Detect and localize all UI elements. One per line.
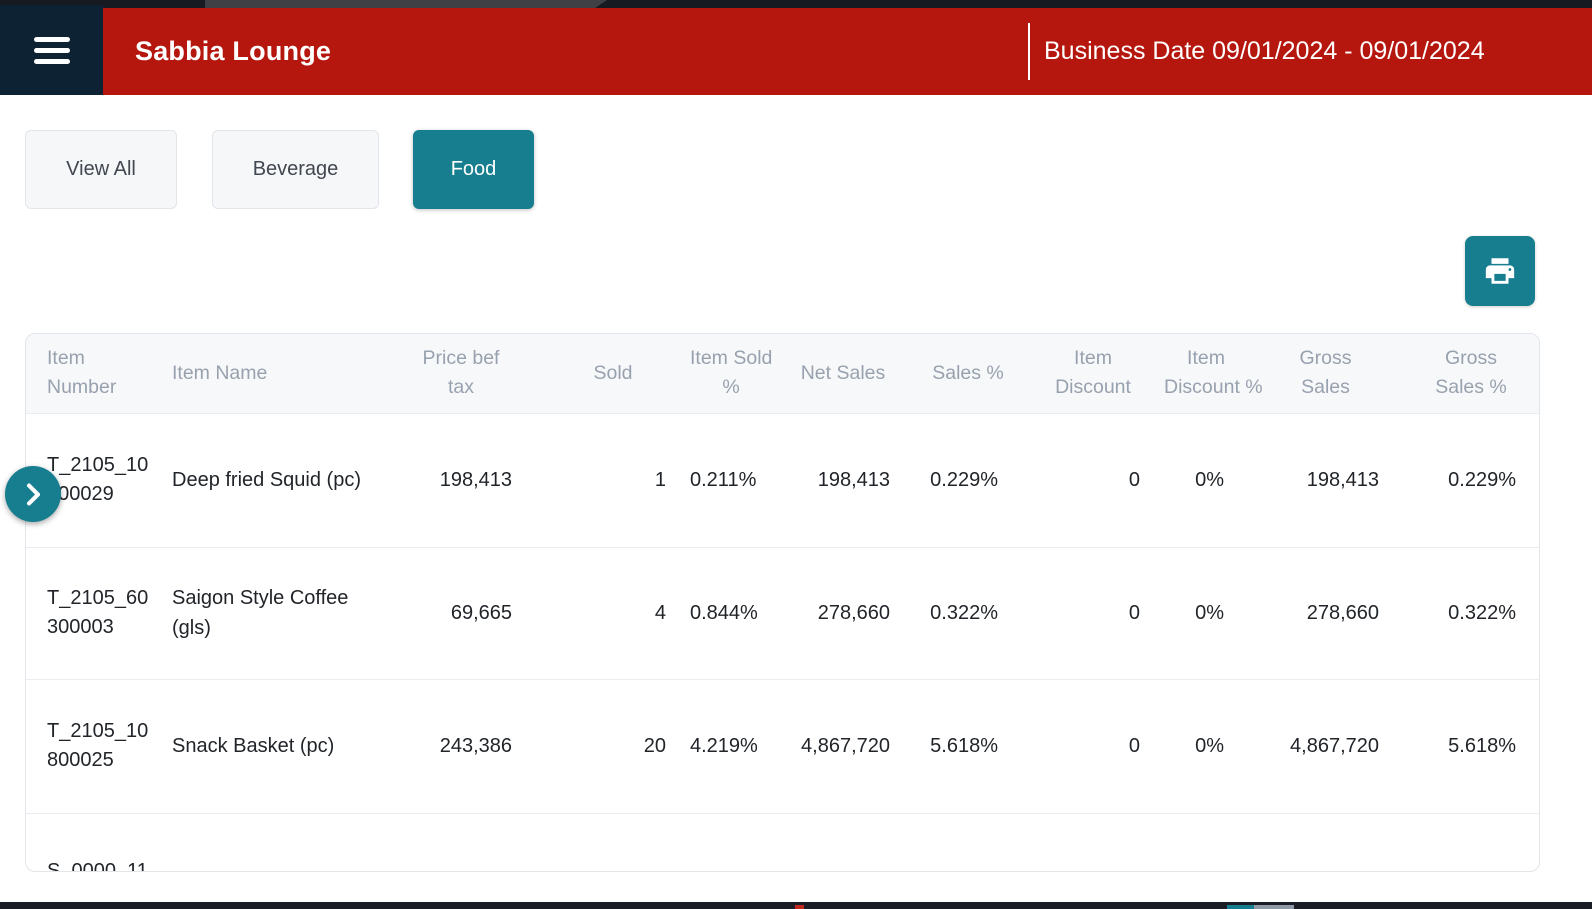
printer-icon bbox=[1482, 254, 1518, 288]
browser-tab bbox=[205, 0, 607, 8]
cell-sales-pct: 0.229% bbox=[914, 413, 1022, 547]
column-header-item-number[interactable]: ItemNumber bbox=[26, 334, 151, 413]
column-header-gross-sales-pct[interactable]: GrossSales % bbox=[1403, 334, 1539, 413]
bottom-teal-sliver bbox=[1227, 905, 1254, 909]
expand-row-button[interactable] bbox=[5, 466, 61, 522]
cell-gross-sales: 198,413 bbox=[1248, 413, 1403, 547]
cell-sold: 1 bbox=[536, 413, 690, 547]
cell-item-discount: 0 bbox=[1022, 679, 1164, 813]
cell-item-discount-pct: 0% bbox=[1164, 547, 1248, 679]
cell-item-name: Snack Basket (pc) bbox=[151, 679, 386, 813]
column-header-item-discount-pct[interactable]: ItemDiscount % bbox=[1164, 334, 1248, 413]
cell-gross-sales-pct: 5.618% bbox=[1403, 679, 1539, 813]
filter-view-all-button[interactable]: View All bbox=[25, 130, 177, 209]
header-divider bbox=[1028, 23, 1030, 80]
category-filter-bar: View All Beverage Food bbox=[0, 130, 1592, 210]
browser-tab-strip bbox=[0, 0, 1592, 8]
column-header-price-bef-tax[interactable]: Price beftax bbox=[386, 334, 536, 413]
cell-net-sales: 198,413 bbox=[772, 413, 914, 547]
cell-net-sales: 4,867,720 bbox=[772, 679, 914, 813]
chevron-right-icon bbox=[25, 483, 42, 506]
column-header-sales-pct[interactable]: Sales % bbox=[914, 334, 1022, 413]
item-sales-table: ItemNumber Item Name Price beftax Sold I… bbox=[25, 333, 1540, 872]
cell-item-sold-pct: 0.211% bbox=[690, 413, 772, 547]
cell-item-number: T_2105_60300003 bbox=[26, 547, 151, 679]
cell-net-sales: 278,660 bbox=[772, 547, 914, 679]
column-header-gross-sales[interactable]: GrossSales bbox=[1248, 334, 1403, 413]
cell-item-sold-pct: 4.219% bbox=[690, 679, 772, 813]
menu-button[interactable] bbox=[0, 5, 103, 95]
table-row[interactable]: T_2105_60300003 Saigon Style Coffee (gls… bbox=[26, 547, 1539, 679]
cell-item-number: T_2105_10800025 bbox=[26, 679, 151, 813]
screen-bottom-edge bbox=[0, 902, 1592, 909]
column-header-net-sales[interactable]: Net Sales bbox=[772, 334, 914, 413]
cell-item-number: S_0000_11 bbox=[26, 813, 151, 872]
table-row[interactable]: T_2105_10800025 Snack Basket (pc) 243,38… bbox=[26, 679, 1539, 813]
bottom-gray-sliver bbox=[1254, 905, 1294, 909]
cell-gross-sales-pct: 0.322% bbox=[1403, 547, 1539, 679]
cell-price-bef-tax: 198,413 bbox=[386, 413, 536, 547]
cell-gross-sales-pct: 0.229% bbox=[1403, 413, 1539, 547]
column-header-item-discount[interactable]: ItemDiscount bbox=[1022, 334, 1164, 413]
cell-item-discount-pct: 0% bbox=[1164, 413, 1248, 547]
cell-item-sold-pct: 0.844% bbox=[690, 547, 772, 679]
cell-item-discount-pct: 0% bbox=[1164, 679, 1248, 813]
cell-sales-pct: 0.322% bbox=[914, 547, 1022, 679]
table-header-row: ItemNumber Item Name Price beftax Sold I… bbox=[26, 334, 1539, 413]
cell-item-name: Saigon Style Coffee (gls) bbox=[151, 547, 386, 679]
cell-sales-pct: 5.618% bbox=[914, 679, 1022, 813]
table-row[interactable]: T_2105_10800029 Deep fried Squid (pc) 19… bbox=[26, 413, 1539, 547]
filter-food-button[interactable]: Food bbox=[413, 130, 534, 209]
cell-price-bef-tax: 243,386 bbox=[386, 679, 536, 813]
app-header: Sabbia Lounge Business Date 09/01/2024 -… bbox=[0, 8, 1592, 95]
cell-price-bef-tax: 69,665 bbox=[386, 547, 536, 679]
filter-beverage-button[interactable]: Beverage bbox=[212, 130, 379, 209]
column-header-sold[interactable]: Sold bbox=[536, 334, 690, 413]
cell-item-discount: 0 bbox=[1022, 413, 1164, 547]
table-row-partial[interactable]: S_0000_11 bbox=[26, 813, 1539, 872]
column-header-item-sold-pct[interactable]: Item Sold% bbox=[690, 334, 772, 413]
bottom-red-sliver bbox=[795, 905, 804, 909]
page-title: Sabbia Lounge bbox=[135, 8, 331, 95]
column-header-item-name[interactable]: Item Name bbox=[151, 334, 386, 413]
cell-item-discount: 0 bbox=[1022, 547, 1164, 679]
cell-gross-sales: 4,867,720 bbox=[1248, 679, 1403, 813]
cell-item-name bbox=[151, 813, 386, 872]
cell-gross-sales: 278,660 bbox=[1248, 547, 1403, 679]
cell-sold: 20 bbox=[536, 679, 690, 813]
cell-item-name: Deep fried Squid (pc) bbox=[151, 413, 386, 547]
print-button[interactable] bbox=[1465, 236, 1535, 306]
business-date-label[interactable]: Business Date 09/01/2024 - 09/01/2024 bbox=[1044, 8, 1485, 95]
cell-sold: 4 bbox=[536, 547, 690, 679]
hamburger-menu-icon bbox=[34, 31, 70, 70]
